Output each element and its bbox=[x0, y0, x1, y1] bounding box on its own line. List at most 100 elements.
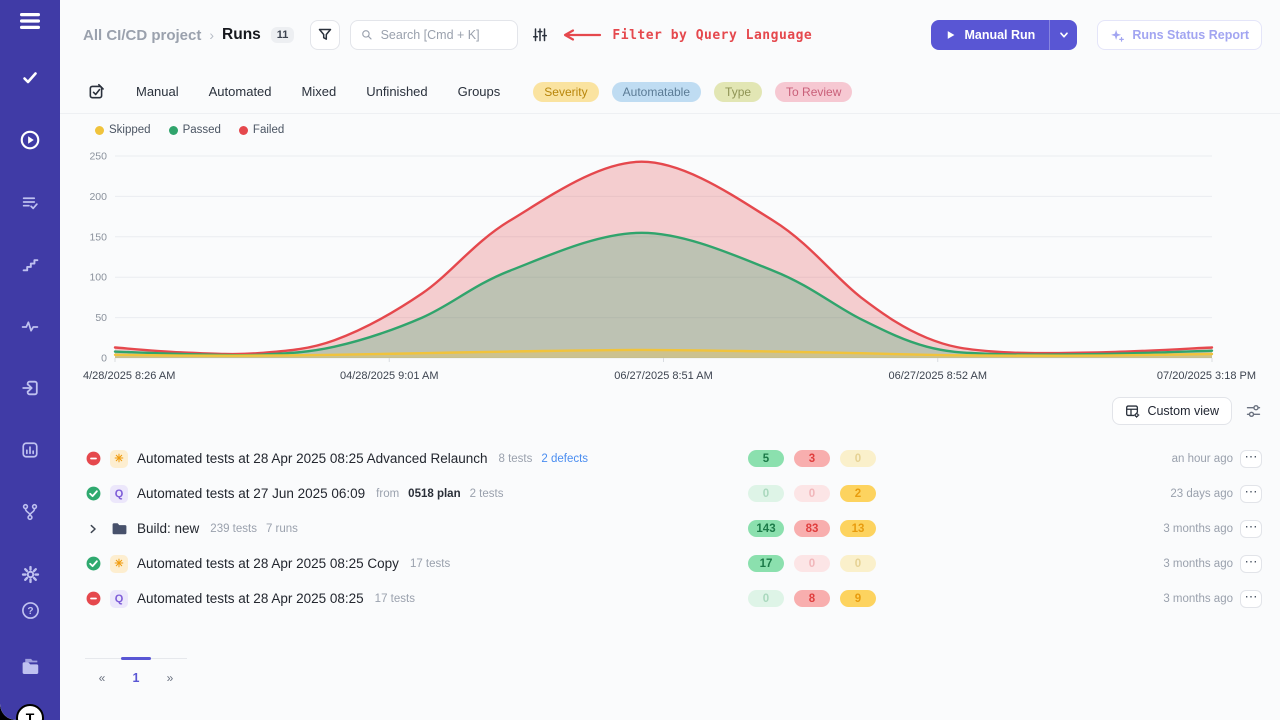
run-title[interactable]: Automated tests at 28 Apr 2025 08:25 Cop… bbox=[137, 556, 399, 571]
meta-text: 2 tests bbox=[470, 488, 504, 500]
svg-text:04/28/2025 9:01 AM: 04/28/2025 9:01 AM bbox=[340, 370, 438, 382]
svg-text:100: 100 bbox=[89, 272, 107, 284]
legend-item-passed[interactable]: Passed bbox=[169, 124, 221, 136]
badge-passed: 0 bbox=[748, 590, 784, 607]
pagination-last-button[interactable]: » bbox=[153, 659, 187, 685]
ellipsis-icon: ⋯ bbox=[1245, 590, 1258, 603]
play-icon bbox=[945, 29, 956, 41]
more-button[interactable]: ⋯ bbox=[1240, 450, 1262, 468]
legend-dot bbox=[239, 126, 248, 135]
view-bar: Custom view bbox=[60, 389, 1280, 425]
tab-groups[interactable]: Groups bbox=[443, 78, 516, 105]
branch-icon bbox=[21, 503, 39, 521]
filter-chips: Severity Automatable Type To Review bbox=[533, 82, 852, 102]
tab-automated[interactable]: Automated bbox=[194, 78, 287, 105]
sidebar-item-traceability[interactable] bbox=[12, 494, 48, 530]
status-icon-failed bbox=[85, 451, 101, 467]
badge-passed: 0 bbox=[748, 485, 784, 502]
batch-select-button[interactable] bbox=[83, 79, 109, 105]
run-title[interactable]: Automated tests at 27 Jun 2025 06:09 bbox=[137, 486, 365, 501]
projects-button[interactable] bbox=[12, 648, 48, 684]
sidebar-item-milestones[interactable] bbox=[12, 246, 48, 282]
svg-text:07/20/2025 3:18 PM: 07/20/2025 3:18 PM bbox=[1157, 370, 1256, 382]
breadcrumb-project[interactable]: All CI/CD project bbox=[83, 27, 201, 44]
menu-button[interactable] bbox=[12, 12, 48, 30]
defects-link[interactable]: 2 defects bbox=[541, 453, 588, 465]
table-row[interactable]: ✳ Automated tests at 28 Apr 2025 08:25 C… bbox=[60, 546, 1280, 581]
result-badges: 089 bbox=[748, 590, 876, 607]
pagination-first-button[interactable]: « bbox=[85, 659, 119, 685]
sliders-vertical-icon bbox=[532, 27, 548, 43]
legend-item-failed[interactable]: Failed bbox=[239, 124, 284, 136]
sidebar-item-runs[interactable] bbox=[12, 122, 48, 158]
runs-status-report-button[interactable]: Runs Status Report bbox=[1097, 20, 1262, 50]
table-row[interactable]: Q Automated tests at 28 Apr 2025 08:25 1… bbox=[60, 581, 1280, 616]
help-button[interactable]: ? bbox=[12, 592, 48, 628]
legend-dot bbox=[169, 126, 178, 135]
result-badges: 1438313 bbox=[748, 520, 876, 537]
tab-mixed[interactable]: Mixed bbox=[287, 78, 352, 105]
sidebar-item-requirements[interactable] bbox=[12, 370, 48, 406]
pagination-page-1[interactable]: 1 bbox=[119, 659, 153, 685]
badge-failed: 83 bbox=[794, 520, 830, 537]
run-title[interactable]: Automated tests at 28 Apr 2025 08:25 bbox=[137, 591, 364, 606]
run-title[interactable]: Automated tests at 28 Apr 2025 08:25 Adv… bbox=[137, 451, 488, 466]
query-language-filter-button[interactable] bbox=[532, 27, 548, 43]
display-settings-button[interactable] bbox=[1246, 403, 1262, 419]
more-button[interactable]: ⋯ bbox=[1240, 590, 1262, 608]
more-button[interactable]: ⋯ bbox=[1240, 520, 1262, 538]
avatar[interactable]: T bbox=[16, 704, 44, 720]
custom-view-button[interactable]: Custom view bbox=[1112, 397, 1232, 425]
svg-text:200: 200 bbox=[89, 191, 107, 203]
chip-type[interactable]: Type bbox=[714, 82, 762, 102]
manual-run-split-button: Manual Run bbox=[931, 20, 1077, 50]
chip-automatable[interactable]: Automatable bbox=[612, 82, 701, 102]
chip-to-review[interactable]: To Review bbox=[775, 82, 852, 102]
legend-item-skipped[interactable]: Skipped bbox=[95, 124, 151, 136]
badge-passed: 17 bbox=[748, 555, 784, 572]
badge-passed: 5 bbox=[748, 450, 784, 467]
run-meta: 8 tests 2 defects bbox=[499, 453, 589, 465]
chevron-right-icon[interactable] bbox=[87, 523, 99, 535]
chip-severity[interactable]: Severity bbox=[533, 82, 598, 102]
meta-text: 8 tests bbox=[499, 453, 533, 465]
expand-chevron[interactable] bbox=[85, 521, 101, 537]
more-button[interactable]: ⋯ bbox=[1240, 555, 1262, 573]
chip-label: Severity bbox=[544, 85, 587, 99]
sidebar-item-activity[interactable] bbox=[12, 308, 48, 344]
tab-unfinished[interactable]: Unfinished bbox=[351, 78, 442, 105]
filter-button[interactable] bbox=[310, 20, 340, 50]
search-icon bbox=[361, 28, 373, 42]
sliders-horizontal-icon bbox=[1246, 403, 1262, 419]
table-row[interactable]: ✳ Automated tests at 28 Apr 2025 08:25 A… bbox=[60, 441, 1280, 476]
badge-failed: 8 bbox=[794, 590, 830, 607]
badge-skipped: 0 bbox=[840, 450, 876, 467]
manual-run-button[interactable]: Manual Run bbox=[931, 20, 1049, 50]
play-circle-icon bbox=[20, 130, 40, 150]
sidebar-item-settings[interactable] bbox=[12, 556, 48, 592]
legend-label: Skipped bbox=[109, 124, 151, 136]
more-button[interactable]: ⋯ bbox=[1240, 485, 1262, 503]
table-row[interactable]: Q Automated tests at 27 Jun 2025 06:09 f… bbox=[60, 476, 1280, 511]
select-edit-icon bbox=[88, 83, 105, 100]
sidebar-item-test-cases[interactable] bbox=[12, 60, 48, 96]
sidebar-item-analytics[interactable] bbox=[12, 432, 48, 468]
sidebar: ? T bbox=[0, 0, 60, 720]
run-type-tabs: ManualAutomatedMixedUnfinishedGroups bbox=[121, 78, 515, 105]
check-icon bbox=[21, 70, 39, 86]
svg-text:?: ? bbox=[27, 606, 33, 617]
legend-label: Passed bbox=[183, 124, 221, 136]
chip-label: Automatable bbox=[623, 85, 690, 99]
status-icon-passed bbox=[85, 556, 101, 572]
sidebar-item-test-plans[interactable] bbox=[12, 184, 48, 220]
manual-run-dropdown-button[interactable] bbox=[1049, 20, 1077, 50]
topbar: All CI/CD project › Runs 11 Filter by Qu… bbox=[60, 0, 1280, 70]
filter-bar: ManualAutomatedMixedUnfinishedGroups Sev… bbox=[60, 70, 1280, 114]
list-check-icon bbox=[21, 194, 39, 211]
table-row[interactable]: Build: new 239 tests7 runs 1438313 3 mon… bbox=[60, 511, 1280, 546]
tab-manual[interactable]: Manual bbox=[121, 78, 194, 105]
run-title[interactable]: Build: new bbox=[137, 521, 199, 536]
search-input[interactable] bbox=[381, 28, 508, 42]
pagination: « 1 » bbox=[85, 658, 187, 685]
runs-table: ✳ Automated tests at 28 Apr 2025 08:25 A… bbox=[60, 441, 1280, 616]
